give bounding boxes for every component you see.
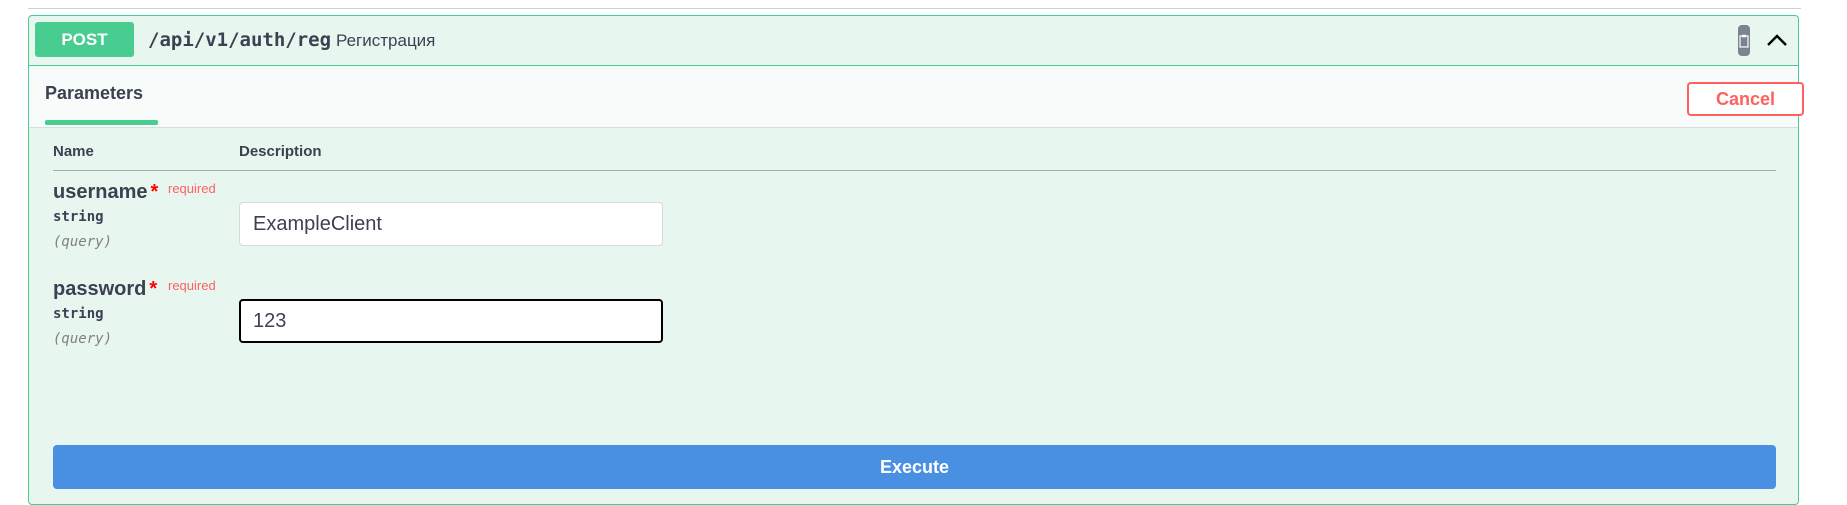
password-input[interactable]	[239, 299, 663, 343]
copy-path-button[interactable]	[1738, 25, 1750, 56]
required-star: *	[150, 181, 159, 203]
execute-button[interactable]: Execute	[53, 445, 1776, 489]
column-header-description: Description	[239, 143, 322, 160]
param-location: (query)	[53, 234, 113, 250]
tabs-bar: Parameters Cancel	[29, 66, 1804, 128]
param-name: username *	[53, 181, 159, 203]
param-name: password *	[53, 278, 158, 300]
username-input[interactable]	[239, 202, 663, 246]
required-star: *	[149, 278, 158, 300]
method-badge: POST	[35, 22, 134, 57]
column-header-name: Name	[53, 143, 94, 160]
tab-parameters-label: Parameters	[45, 83, 144, 103]
param-type: string	[53, 306, 104, 322]
chevron-up-icon[interactable]	[1762, 28, 1792, 52]
top-divider	[28, 8, 1801, 9]
cancel-button[interactable]: Cancel	[1687, 82, 1804, 116]
tab-parameters[interactable]: Parameters	[45, 66, 158, 127]
tab-active-indicator	[45, 120, 158, 125]
clipboard-icon	[1739, 34, 1749, 48]
endpoint-path: /api/v1/auth/reg	[148, 29, 332, 51]
endpoint-summary: Регистрация	[336, 31, 436, 50]
operation-summary[interactable]: POST /api/v1/auth/reg Регистрация	[29, 16, 1798, 66]
required-label: required	[168, 181, 216, 196]
operation-block: POST /api/v1/auth/reg Регистрация Parame…	[28, 15, 1804, 505]
required-label: required	[168, 278, 216, 293]
param-location: (query)	[53, 331, 113, 347]
param-type: string	[53, 209, 104, 225]
table-header-divider	[53, 170, 1776, 171]
